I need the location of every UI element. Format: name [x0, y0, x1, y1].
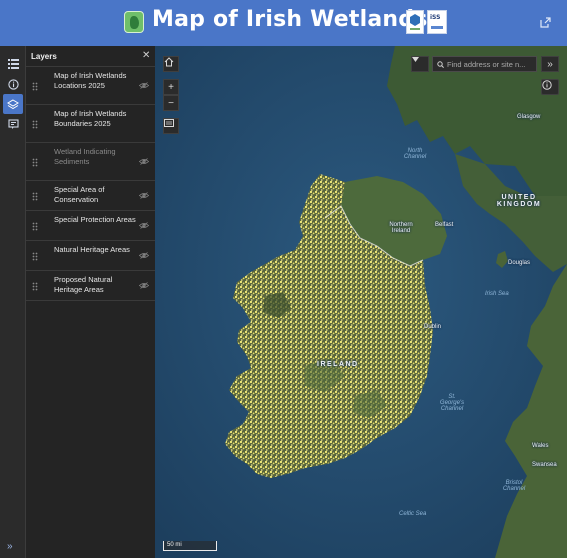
page-title: Map of Irish Wetlands	[152, 7, 428, 32]
layer-item[interactable]: Wetland Indicating Sediments	[26, 143, 155, 181]
place-label-glasgow: Glasgow	[517, 114, 541, 120]
layer-item[interactable]: Special Area of Conservation	[26, 181, 155, 211]
panel-title: Layers	[31, 52, 57, 61]
share-icon[interactable]	[540, 17, 551, 28]
expand-rail-button[interactable]: »	[7, 541, 13, 552]
sea-label-irish-sea: Irish Sea	[485, 291, 509, 297]
place-label-northern-ireland: Northern Ireland	[389, 222, 413, 234]
drag-handle-icon[interactable]	[32, 222, 38, 231]
layer-label: Map of Irish Wetlands Boundaries 2025	[54, 109, 127, 128]
search-icon	[437, 61, 444, 68]
visibility-off-icon[interactable]	[139, 282, 149, 289]
layer-label: Proposed Natural Heritage Areas	[54, 275, 113, 294]
visibility-off-icon[interactable]	[139, 158, 149, 165]
close-icon[interactable]: ✕	[142, 50, 150, 61]
layer-item[interactable]: Map of Irish Wetlands Locations 2025	[26, 67, 155, 105]
info-icon[interactable]	[3, 74, 23, 94]
place-label-belfast: Belfast	[435, 222, 454, 228]
visibility-off-icon[interactable]	[139, 222, 149, 229]
drag-handle-icon[interactable]	[32, 120, 38, 129]
layer-item[interactable]: Map of Irish Wetlands Boundaries 2025	[26, 105, 155, 143]
home-button[interactable]	[163, 56, 179, 72]
tool-rail: »	[0, 46, 26, 558]
layer-label: Wetland Indicating Sediments	[54, 147, 116, 166]
drag-handle-icon[interactable]	[32, 252, 38, 261]
scale-bar: 50 mi	[163, 541, 217, 551]
partner-logo	[406, 10, 424, 34]
app-header: Map of Irish Wetlands iSS	[0, 0, 567, 46]
drag-handle-icon[interactable]	[32, 282, 38, 291]
zoom-out-button[interactable]: −	[163, 95, 179, 111]
basemap-toggle-button[interactable]	[163, 118, 179, 134]
drag-handle-icon[interactable]	[32, 158, 38, 167]
drag-handle-icon[interactable]	[32, 192, 38, 201]
sea-label-celtic-sea: Celtic Sea	[399, 511, 427, 517]
layer-item[interactable]: Proposed Natural Heritage Areas	[26, 271, 155, 301]
map-view[interactable]: + − » Glasgow North Channel Northern Ire…	[155, 46, 567, 558]
sea-label-bristol-channel: Bristol Channel	[502, 480, 526, 492]
layer-list: Map of Irish Wetlands Locations 2025 Map …	[26, 67, 155, 301]
sea-label-st-georges-channel: St. George's Channel	[439, 394, 465, 412]
drag-handle-icon[interactable]	[32, 82, 38, 91]
legend-icon[interactable]	[3, 114, 23, 134]
partner-logo-iss: iSS	[427, 10, 447, 34]
place-label-swansea: Swansea	[532, 462, 557, 468]
list-icon[interactable]	[3, 54, 23, 74]
place-label-wales: Wales	[532, 443, 549, 449]
visibility-off-icon[interactable]	[139, 192, 149, 199]
country-label-ireland: IRELAND	[317, 361, 359, 368]
layers-panel: Layers ✕ Map of Irish Wetlands Locations…	[26, 46, 155, 558]
country-label-united-kingdom: UNITED KINGDOM	[496, 194, 542, 208]
layer-label: Natural Heritage Areas	[54, 245, 130, 254]
place-label-dublin: Dublin	[424, 324, 442, 330]
search-input[interactable]	[447, 58, 535, 70]
visibility-off-icon[interactable]	[139, 252, 149, 259]
layer-item[interactable]: Special Protection Areas	[26, 211, 155, 241]
place-label-douglas: Douglas	[508, 260, 531, 266]
search-box	[432, 56, 537, 72]
layer-label: Special Area of Conservation	[54, 185, 105, 204]
search-source-dropdown[interactable]	[411, 56, 429, 72]
layers-panel-header: Layers ✕	[26, 46, 155, 67]
app-logo-icon	[124, 11, 144, 33]
layer-label: Special Protection Areas	[54, 215, 136, 224]
visibility-off-icon[interactable]	[139, 82, 149, 89]
expand-button[interactable]: »	[541, 56, 559, 72]
zoom-in-button[interactable]: +	[163, 79, 179, 95]
layer-item[interactable]: Natural Heritage Areas	[26, 241, 155, 271]
layers-icon[interactable]	[3, 94, 23, 114]
sea-label-north-channel: North Channel	[403, 148, 427, 160]
info-icon[interactable]	[541, 79, 559, 95]
layer-label: Map of Irish Wetlands Locations 2025	[54, 71, 127, 90]
